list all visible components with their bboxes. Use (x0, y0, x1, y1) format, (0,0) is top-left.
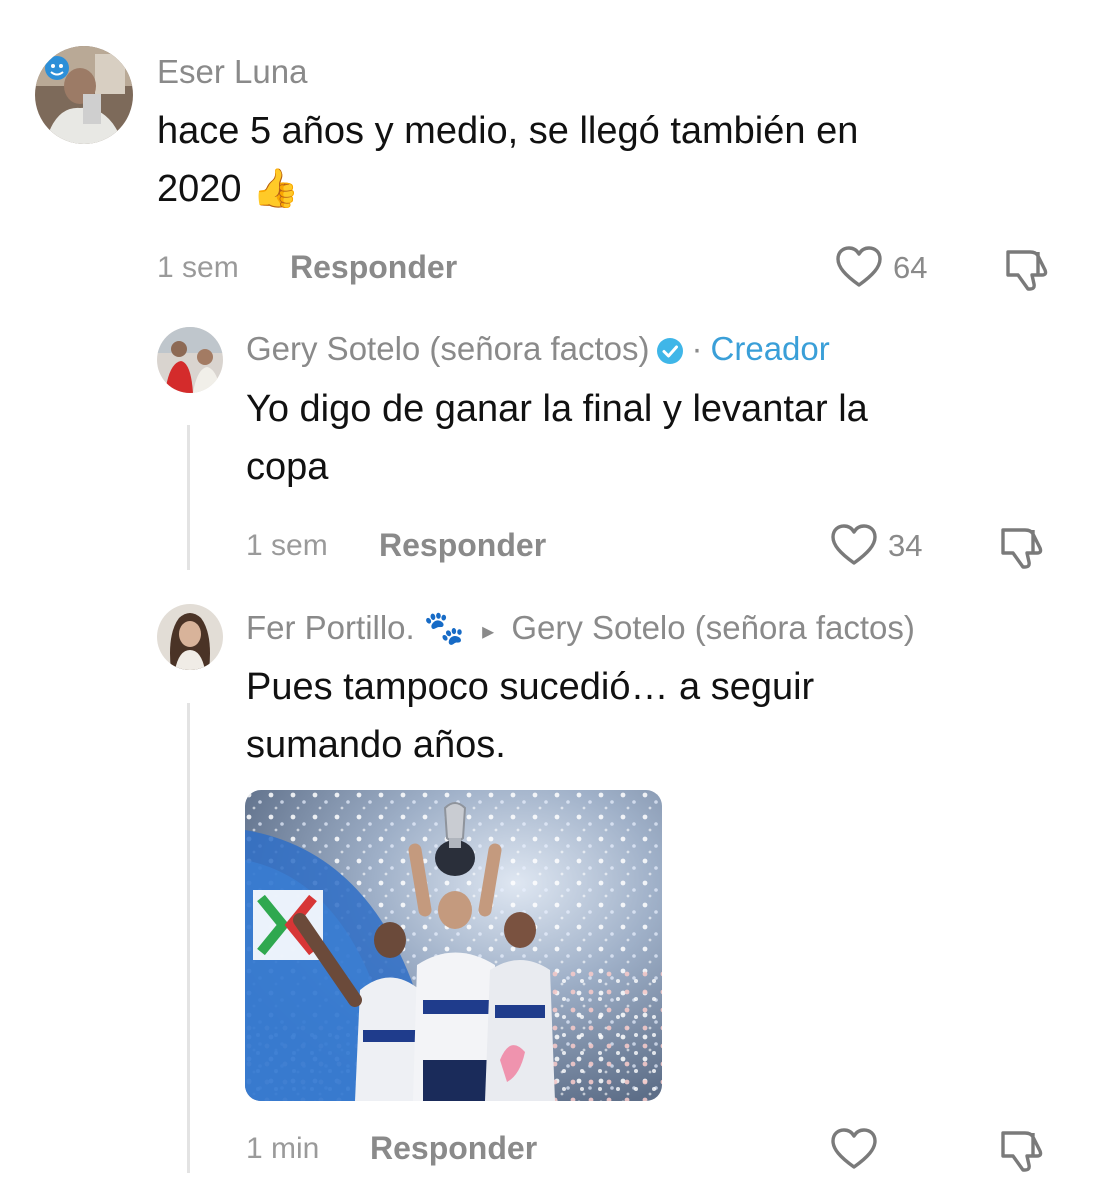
avatar-fer-portillo[interactable] (157, 604, 223, 670)
separator-dot: · (691, 330, 703, 367)
comment-text-line: 2020 👍 (157, 168, 300, 210)
like-button[interactable]: 34 (830, 523, 922, 567)
thumbs-down-icon (1001, 1131, 1043, 1172)
reply-arrow-icon: ▸ (482, 618, 495, 645)
comment-text: hace 5 años y medio, se llegó también en… (157, 102, 858, 218)
creator-badge: Creador (710, 330, 830, 367)
comment-attached-image[interactable] (245, 790, 662, 1101)
comment-text-line: hace 5 años y medio, se llegó también en (157, 110, 859, 152)
reply-button[interactable]: Responder (379, 529, 546, 561)
comment-timestamp: 1 sem (246, 529, 328, 562)
comment-text-line: sumando años. (246, 724, 506, 766)
dislike-button[interactable] (997, 522, 1045, 575)
comment-text: Yo digo de ganar la final y levantar la … (246, 380, 868, 496)
reply-to-username[interactable]: Gery Sotelo (señora factos) (511, 609, 915, 646)
thread-line (187, 425, 190, 570)
comment-username-row: Fer Portillo. 🐾 ▸ Gery Sotelo (señora fa… (246, 611, 915, 644)
dislike-button[interactable] (1002, 244, 1050, 297)
avatar-image (157, 327, 223, 393)
comment-username[interactable]: Gery Sotelo (señora factos) (246, 330, 650, 367)
comment-text-line: Yo digo de ganar la final y levantar la (246, 388, 868, 430)
comment-text-line: Pues tampoco sucedió… a seguir (246, 666, 815, 708)
heart-outline-icon (831, 524, 877, 565)
thumbs-down-icon (1006, 250, 1048, 291)
heart-outline-icon (836, 246, 882, 287)
avatar-image (157, 604, 223, 670)
comment-username[interactable]: Eser Luna (157, 55, 307, 88)
thumbs-down-icon (1001, 528, 1043, 569)
reply-button[interactable]: Responder (290, 251, 457, 283)
avatar-eser-luna[interactable] (35, 46, 133, 144)
like-count: 64 (893, 249, 928, 285)
thread-line (187, 703, 190, 1173)
like-button[interactable]: 64 (835, 245, 927, 289)
trophy-celebration-photo (245, 790, 662, 1101)
avatar-image (35, 46, 133, 144)
comment-timestamp: 1 sem (157, 251, 239, 284)
comment-text: Pues tampoco sucedió… a seguir sumando a… (246, 658, 814, 774)
comment-username[interactable]: Fer Portillo. 🐾 (246, 609, 465, 646)
comment-username-row: Gery Sotelo (señora factos) · Creador (246, 332, 830, 365)
like-button[interactable] (830, 1127, 888, 1171)
heart-outline-icon (831, 1128, 877, 1169)
like-count: 34 (888, 527, 923, 563)
reply-button[interactable]: Responder (370, 1132, 537, 1164)
avatar-gery-sotelo[interactable] (157, 327, 223, 393)
comment-timestamp: 1 min (246, 1132, 320, 1165)
comment-text-line: copa (246, 446, 329, 488)
dislike-button[interactable] (997, 1125, 1045, 1178)
verified-badge-icon (656, 338, 683, 365)
